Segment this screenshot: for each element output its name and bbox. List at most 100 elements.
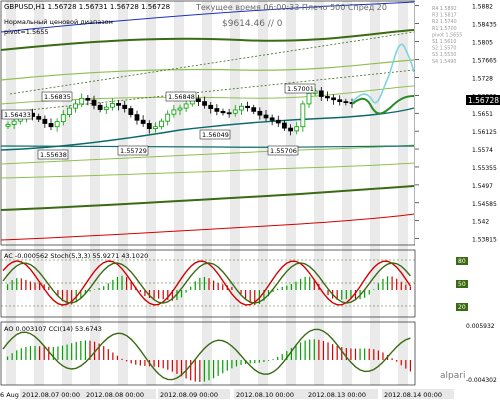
candle-body [128,108,134,116]
session-stripe [146,1,156,385]
y-tick-label: 1.54585 [472,201,497,208]
price-annotation-label: 1.55729 [120,147,147,155]
y-tick-label: 1.5805 [472,40,493,47]
candle-body [134,114,140,121]
candle-body [177,107,183,111]
candle-body [122,104,128,109]
y-tick-label: 1.5497 [472,183,493,190]
candle-body [42,118,48,124]
y-tick-label: 1.58435 [472,22,497,29]
pivot-row: S2 1.5570 [432,46,456,52]
candle-body [343,101,349,103]
candle-body [146,123,152,129]
candle-body [48,123,54,128]
y-tick-label: 1.56125 [472,129,497,136]
candle-body [85,97,91,101]
x-tick-label: 2012.08.10 00:00 [236,391,294,399]
x-tick-label: 2012.08.14 00:00 [384,391,442,399]
candle-body [331,97,336,101]
ac-label: AC -0.000562 Stoch(5,3,3) 55.9271 43.102… [4,252,148,260]
price-annotation-label: 1.56433 [4,111,31,119]
alpari-watermark: alpari [440,371,465,381]
candle-body [171,109,177,115]
candle-body [54,121,60,128]
session-stripe [230,1,240,385]
candle-body [263,114,269,119]
price-annotation-label: 1.55638 [40,151,67,159]
y-tick-label: 1.5728 [472,75,493,82]
pivot-row: S4 1.5490 [432,59,456,65]
candle-body [165,113,171,122]
candle-body [103,106,109,110]
candle-body [5,123,11,127]
candle-body [257,110,263,116]
candle-body [232,109,238,114]
current-price-label: 1.56728 [468,96,499,105]
x-tick-label: 2012.08.13 00:00 [308,391,366,399]
ao-label: AO 0.003107 CCI(14) 53.6743 [4,325,102,333]
candle-body [202,101,207,106]
session-stripe [174,1,184,385]
candle-body [11,120,17,125]
candle-body [245,105,250,109]
pivot-row: R1 1.5700 [432,26,457,32]
x-tick-label: 2012.08.09 00:00 [160,391,218,399]
indicator-name: Нормальный ценовой диапазон [4,18,113,26]
price-annotation-label: 1.56835 [44,93,71,101]
candle-body [269,117,275,121]
info-line: Текущее время 06:00:33 Плечо 500 Спред 2… [195,3,387,12]
pivot-row: S3 1.5530 [432,52,456,58]
pivot-row: R3 1.5817 [432,13,457,19]
candle-body [337,99,343,102]
candle-body [183,103,189,109]
price-chart: GBPUSD,H1 1.56728 1.56731 1.56728 1.5672… [0,0,500,408]
y-tick-label: 1.542 [472,219,489,226]
session-stripe [286,1,296,385]
price-annotation-label: 1.56848 [168,93,195,101]
candle-body [214,108,220,112]
candle-body [196,98,201,102]
x-tick-label: 2012.08.07 00:00 [22,391,80,399]
y-tick-label: 1.5651 [472,111,493,118]
pivot-row: R4 1.5892 [432,6,457,12]
candle-body [239,105,244,111]
candle-body [91,99,97,106]
candle-body [97,104,103,110]
y-tick-label: 1.5574 [472,147,493,154]
candle-body [60,114,66,123]
ac-level-label: 50 [458,281,466,288]
candle-body [36,116,42,120]
session-stripe [370,1,380,385]
y-tick-label: 1.57665 [472,57,497,64]
candle-body [306,92,312,105]
session-stripe [118,1,128,385]
candle-body [79,97,85,105]
price-annotation-label: 1.55706 [270,147,297,155]
session-stripe [342,1,352,385]
ao-top-value: 0.005932 [466,323,495,330]
pivot-row: S1 1.5610 [432,39,456,45]
price-annotation-label: 1.56049 [202,131,229,139]
x-tick-label: 2012.08.08 00:00 [86,391,144,399]
y-tick-label: 1.5882 [472,4,493,11]
y-tick-label: 1.55355 [472,165,497,172]
candle-body [282,122,287,129]
price-axis: 1.58821.584351.58051.576651.57281.568951… [415,0,500,408]
candle-body [220,110,226,114]
balance-line: $9614.46 // 0 [222,19,283,29]
candle-body [153,126,158,129]
candle-body [251,107,257,112]
candle-body [116,103,121,106]
candle-body [140,119,146,124]
candle-body [318,90,324,97]
ac-level-label: 20 [458,304,466,311]
candle-body [73,103,78,109]
symbol-line: GBPUSD,H1 1.56728 1.56731 1.56728 1.5672… [4,3,170,11]
candle-body [288,127,293,132]
candle-body [325,96,330,99]
candle-body [110,103,115,108]
session-stripe [258,1,268,385]
ac-level-label: 80 [458,258,466,265]
candle-body [67,107,72,116]
session-stripe [398,1,408,385]
